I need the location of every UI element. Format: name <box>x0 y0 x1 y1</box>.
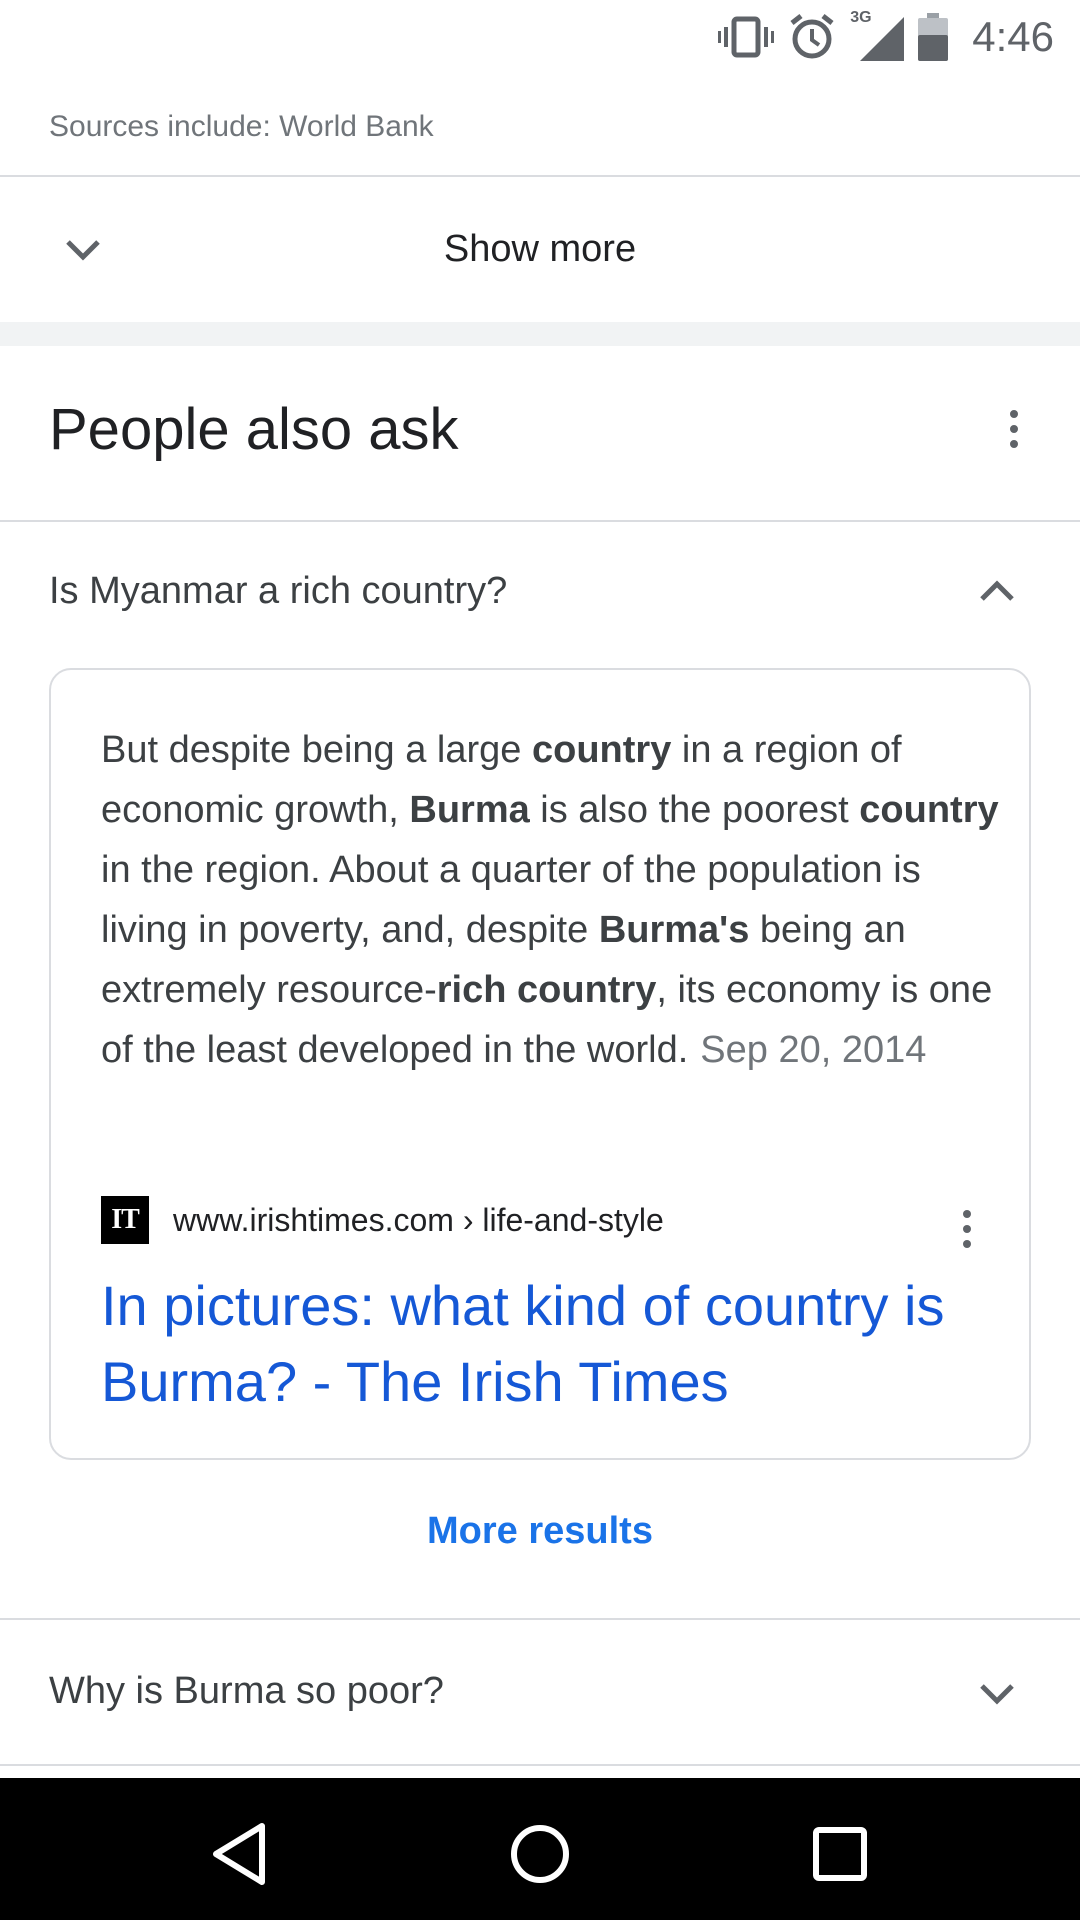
alarm-icon <box>790 14 834 59</box>
navigation-bar <box>0 1778 1080 1920</box>
show-more-label: Show more <box>443 227 637 270</box>
answer-card: But despite being a large country in a r… <box>49 668 1031 1460</box>
answer-bold-term: Burma <box>409 789 530 831</box>
answer-text-segment: But despite being a large <box>101 729 532 771</box>
source-url: www.irishtimes.com › life-and-style <box>173 1201 664 1238</box>
question-row-myanmar-rich[interactable]: Is Myanmar a rich country? <box>0 526 1080 666</box>
answer-bold-term: country <box>859 789 999 831</box>
status-icons: 3G 4:46 <box>718 9 1054 64</box>
answer-date: Sep 20, 2014 <box>700 1029 927 1071</box>
home-icon[interactable] <box>500 1814 580 1894</box>
question-row-burma-poor[interactable]: Why is Burma so poor? <box>0 1622 1080 1762</box>
more-results-link[interactable]: More results <box>0 1510 1080 1553</box>
answer-text: But despite being a large country in a r… <box>101 729 999 1071</box>
back-icon[interactable] <box>200 1814 280 1894</box>
people-also-ask-title: People also ask <box>49 397 459 462</box>
recents-icon[interactable] <box>800 1814 880 1894</box>
answer-snippet: But despite being a large country in a r… <box>101 720 1001 1080</box>
section-separator <box>0 322 1080 346</box>
divider <box>0 520 1080 522</box>
question-label: Why is Burma so poor? <box>49 1670 444 1712</box>
divider <box>0 175 1080 177</box>
signal-icon: 3G <box>850 9 905 61</box>
status-bar: 3G 4:46 <box>0 0 1080 74</box>
paa-more-options-icon[interactable] <box>1010 410 1018 448</box>
status-time: 4:46 <box>972 13 1054 60</box>
battery-icon <box>918 13 949 61</box>
irish-times-favicon: IT <box>101 1196 149 1244</box>
chevron-down-icon <box>980 1684 1014 1705</box>
result-title-link[interactable]: In pictures: what kind of country is Bur… <box>101 1268 1001 1420</box>
divider <box>0 1618 1080 1620</box>
answer-text-segment: is also the poorest <box>529 789 860 831</box>
chevron-down-icon <box>66 240 100 261</box>
divider <box>0 1764 1080 1766</box>
answer-bold-term: rich country <box>436 969 657 1011</box>
question-label: Is Myanmar a rich country? <box>49 570 508 612</box>
answer-bold-term: Burma's <box>598 909 750 951</box>
show-more-button[interactable]: Show more <box>0 178 1080 320</box>
answer-bold-term: country <box>531 729 672 771</box>
source-row[interactable]: IT www.irishtimes.com › life-and-style <box>101 1195 664 1245</box>
chevron-up-icon <box>980 580 1014 601</box>
sources-text: Sources include: World Bank <box>49 110 434 143</box>
vibrate-icon <box>718 16 775 58</box>
result-more-options-icon[interactable] <box>963 1210 971 1248</box>
